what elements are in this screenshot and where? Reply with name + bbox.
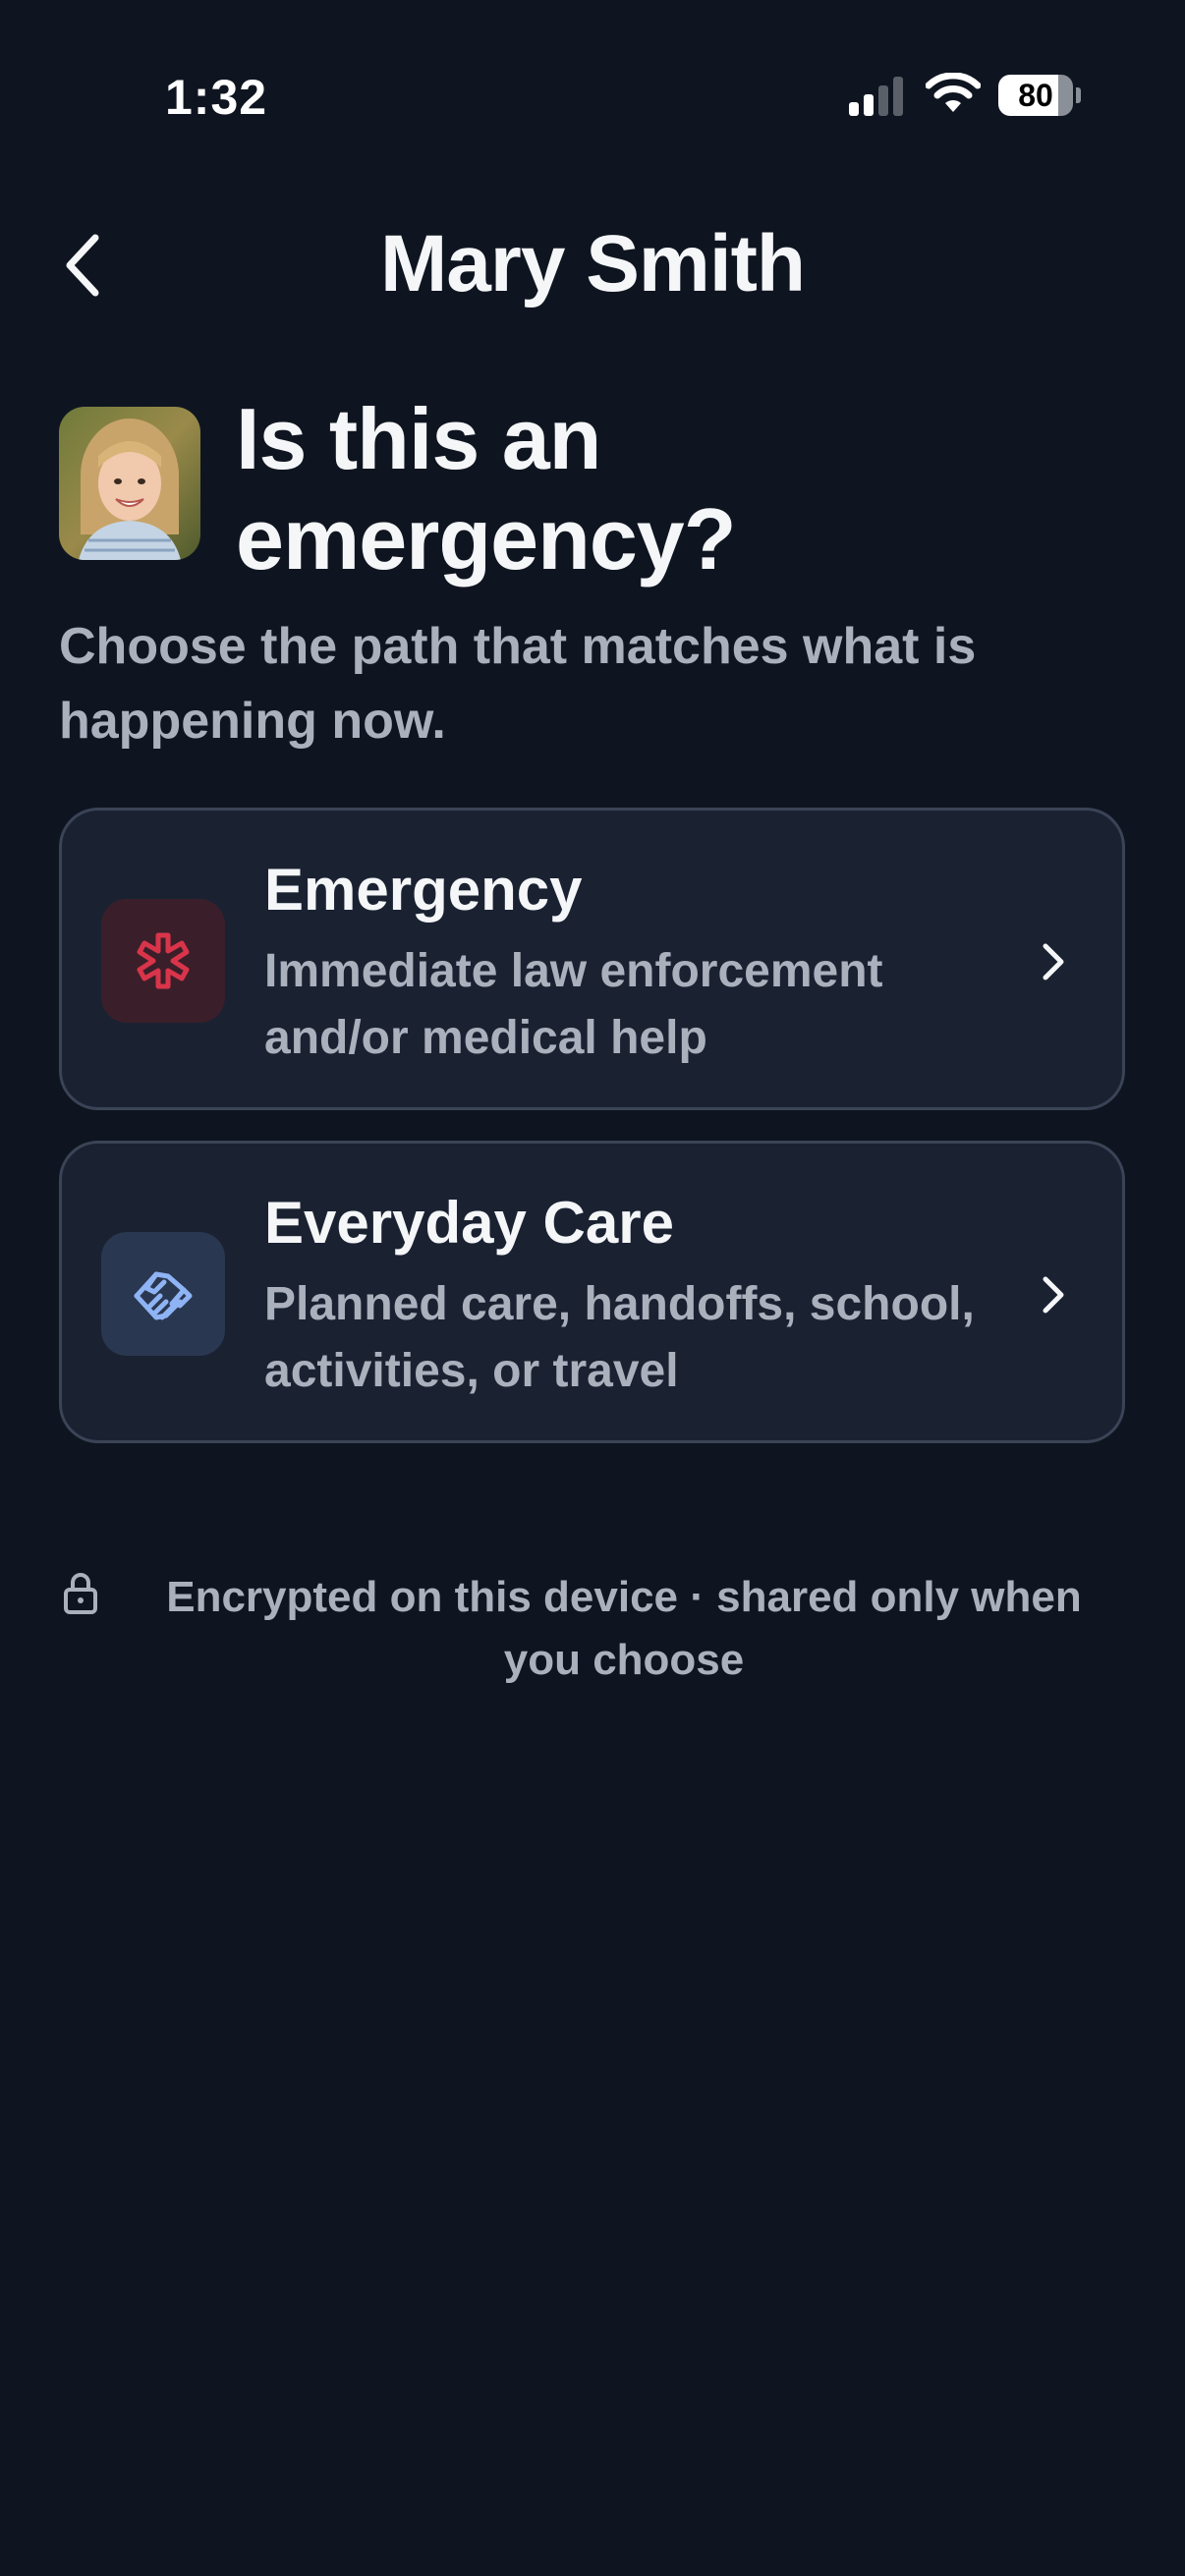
battery-level: 80 bbox=[1018, 77, 1053, 113]
everyday-care-option-description: Planned care, handoffs, school, activiti… bbox=[264, 1278, 975, 1397]
medical-star-icon bbox=[137, 932, 190, 989]
encryption-notice: Encrypted on this device · shared only w… bbox=[166, 1573, 1082, 1684]
status-bar: 1:32 80 bbox=[0, 0, 1185, 187]
everyday-care-option-card[interactable]: Everyday Care Planned care, handoffs, sc… bbox=[59, 1141, 1125, 1443]
wifi-icon bbox=[926, 73, 981, 112]
everyday-care-icon-container bbox=[101, 1232, 225, 1356]
everyday-care-option-title: Everyday Care bbox=[264, 1190, 674, 1256]
avatar bbox=[59, 407, 200, 560]
handshake-icon bbox=[134, 1271, 193, 1320]
emergency-icon-container bbox=[101, 899, 225, 1023]
lock-icon bbox=[64, 1573, 97, 1614]
chevron-right-icon bbox=[1043, 943, 1064, 980]
chevron-right-icon bbox=[1043, 1276, 1064, 1314]
emergency-option-card[interactable]: Emergency Immediate law enforcement and/… bbox=[59, 808, 1125, 1110]
page-subtitle: Choose the path that matches what is hap… bbox=[59, 618, 977, 750]
emergency-check-screen: 1:32 80 Mary Smith Is this an emergency?… bbox=[0, 0, 1185, 2576]
child-photo bbox=[59, 407, 200, 560]
status-time: 1:32 bbox=[165, 70, 268, 125]
emergency-option-title: Emergency bbox=[264, 857, 583, 923]
page-heading: Is this an emergency? bbox=[236, 390, 736, 588]
battery-icon: 80 bbox=[998, 75, 1081, 116]
cellular-signal-icon bbox=[849, 77, 903, 116]
emergency-option-description: Immediate law enforcement and/or medical… bbox=[264, 945, 883, 1064]
nav-title: Mary Smith bbox=[380, 219, 806, 308]
